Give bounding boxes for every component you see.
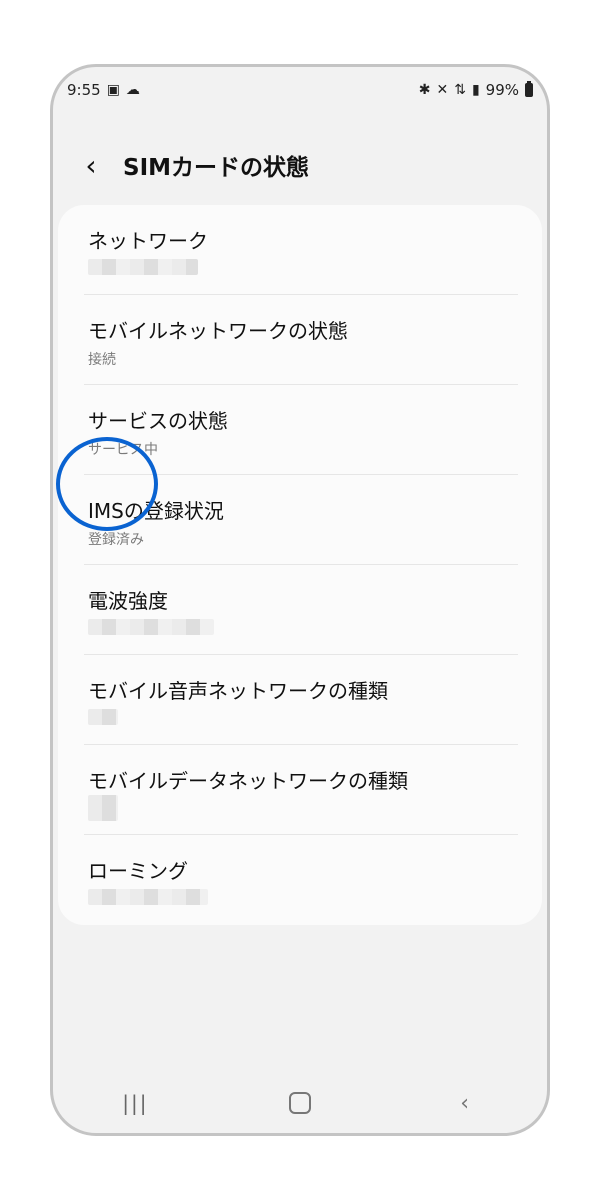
- home-icon: [288, 1092, 311, 1114]
- page-title: SIMカードの状態: [123, 155, 310, 181]
- signal-icon: ▮: [471, 82, 480, 98]
- list-item-value: 接続: [88, 352, 116, 368]
- list-item-network[interactable]: ネットワーク: [84, 205, 518, 295]
- bluetooth-icon: ✱: [418, 82, 431, 98]
- status-bar: 9:55 ▣ ☁ ✱ ✕ ⇅ ▮ 99%: [67, 79, 533, 101]
- back-button[interactable]: ‹: [79, 148, 103, 182]
- header: ‹ SIMカードの状態: [79, 145, 309, 185]
- redacted-value: [88, 709, 118, 725]
- cloud-icon: ☁: [125, 82, 140, 98]
- highlight-circle: [56, 437, 158, 531]
- back-icon: ‹: [460, 1090, 470, 1116]
- list-item-signal-strength[interactable]: 電波強度: [84, 565, 518, 655]
- list-item-mobile-network-status[interactable]: モバイルネットワークの状態 接続: [84, 295, 518, 385]
- mute-icon: ✕: [436, 82, 449, 98]
- recents-icon: |||: [122, 1091, 149, 1115]
- list-item-label: ネットワーク: [88, 229, 208, 253]
- list-item-label: サービスの状態: [88, 409, 228, 433]
- list-item-voice-network-type[interactable]: モバイル音声ネットワークの種類: [84, 655, 518, 745]
- battery-percent: 99%: [485, 81, 519, 99]
- list-item-label: 電波強度: [88, 589, 168, 613]
- back-nav-button[interactable]: ‹: [441, 1083, 489, 1123]
- chevron-left-icon: ‹: [85, 148, 97, 182]
- battery-icon: [525, 81, 533, 97]
- status-bar-right: ✱ ✕ ⇅ ▮ 99%: [419, 81, 533, 99]
- home-button[interactable]: [276, 1083, 324, 1123]
- image-icon: ▣: [106, 82, 120, 98]
- list-item-roaming[interactable]: ローミング: [84, 835, 518, 925]
- recents-button[interactable]: |||: [111, 1083, 159, 1123]
- list-item-data-network-type[interactable]: モバイルデータネットワークの種類: [84, 745, 518, 835]
- list-item-label: モバイルネットワークの状態: [88, 319, 348, 343]
- phone-frame: 9:55 ▣ ☁ ✱ ✕ ⇅ ▮ 99% ‹ SIMカードの状態 ネットワーク …: [50, 64, 550, 1136]
- clock: 9:55: [67, 81, 101, 99]
- redacted-value: [88, 259, 198, 275]
- list-item-value: 登録済み: [88, 532, 144, 548]
- redacted-value: [88, 795, 118, 821]
- list-item-label: ローミング: [88, 859, 188, 883]
- 4g-icon: ⇅: [454, 82, 466, 98]
- list-item-label: モバイルデータネットワークの種類: [88, 769, 408, 793]
- redacted-value: [88, 889, 208, 905]
- redacted-value: [88, 619, 214, 635]
- navigation-bar: ||| ‹: [53, 1083, 547, 1123]
- list-item-label: モバイル音声ネットワークの種類: [88, 679, 388, 703]
- status-bar-left: 9:55 ▣ ☁: [67, 81, 140, 99]
- settings-list: ネットワーク モバイルネットワークの状態 接続 サービスの状態 サービス中 IM…: [56, 205, 542, 925]
